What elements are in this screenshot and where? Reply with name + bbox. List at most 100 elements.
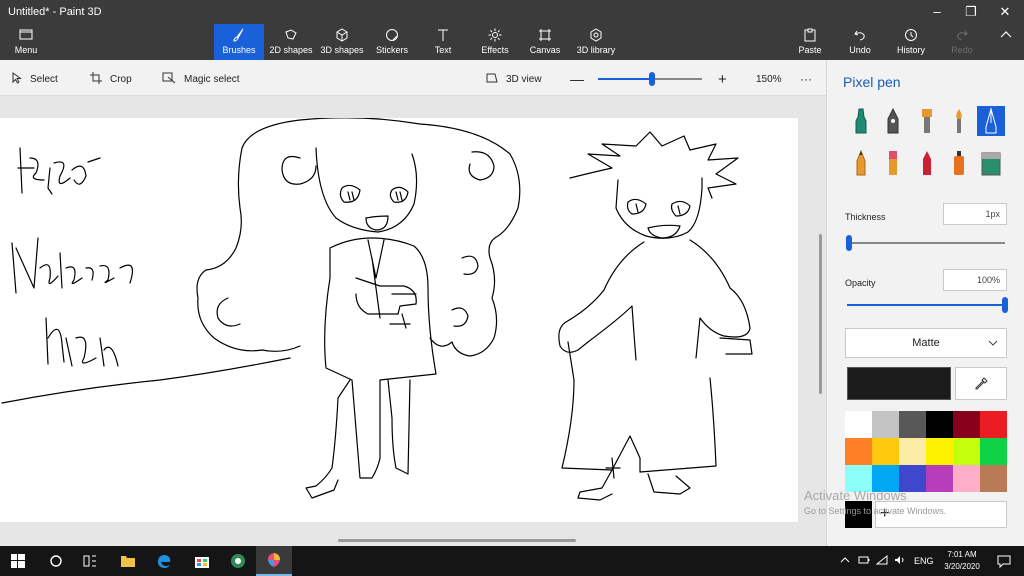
spray-can-brush[interactable] [945, 148, 973, 178]
color-swatch[interactable] [926, 411, 953, 438]
color-swatch[interactable] [926, 438, 953, 465]
tab-stickers[interactable]: Stickers [368, 24, 416, 60]
history-button[interactable]: History [887, 24, 935, 60]
collapse-ribbon-button[interactable] [992, 24, 1020, 60]
opacity-slider-thumb[interactable] [1002, 297, 1008, 313]
minimize-button[interactable]: – [920, 0, 954, 24]
3d-view-button[interactable]: 3D view [486, 70, 542, 88]
color-swatch[interactable] [872, 465, 899, 492]
add-color-button[interactable]: + [875, 501, 1007, 528]
color-swatch[interactable] [953, 438, 980, 465]
horizontal-scrollbar[interactable] [338, 539, 576, 542]
start-button[interactable] [0, 546, 36, 576]
select-label: Select [30, 73, 58, 85]
color-swatch[interactable] [980, 465, 1007, 492]
tab-brushes[interactable]: Brushes [214, 24, 264, 60]
color-swatch[interactable] [980, 438, 1007, 465]
paint3d-taskbar-button[interactable] [256, 546, 292, 576]
magic-select-icon [162, 72, 176, 87]
search-circle-icon [50, 555, 62, 567]
pencil-icon [856, 149, 866, 176]
eraser-brush[interactable] [879, 148, 907, 178]
color-swatch[interactable] [899, 465, 926, 492]
chevron-up-icon[interactable] [840, 555, 850, 567]
clock-date: 3/20/2020 [944, 562, 980, 571]
redo-label: Redo [951, 45, 973, 55]
thickness-slider-thumb[interactable] [845, 235, 852, 251]
tab-label: Stickers [375, 45, 408, 55]
snip-app-button[interactable] [220, 546, 256, 576]
sun-icon [470, 28, 520, 44]
pencil-brush[interactable] [847, 148, 875, 178]
tab-canvas[interactable]: Canvas [521, 24, 569, 60]
color-swatch[interactable] [845, 438, 872, 465]
opacity-input[interactable]: 100% [943, 269, 1007, 291]
volume-icon[interactable] [894, 555, 906, 567]
crop-button[interactable]: Crop [90, 70, 132, 88]
crayon-brush[interactable] [913, 148, 941, 178]
file-explorer-button[interactable] [110, 546, 146, 576]
color-swatch[interactable] [845, 411, 872, 438]
tab-3d-shapes[interactable]: 3D shapes [317, 24, 367, 60]
oil-brush[interactable] [913, 106, 941, 136]
store-button[interactable] [184, 546, 220, 576]
tool-options-bar: Select Crop Magic select 3D view — + 150… [0, 60, 826, 96]
custom-color-swatch[interactable] [845, 501, 872, 528]
color-swatch[interactable] [872, 411, 899, 438]
thickness-slider[interactable] [845, 235, 1005, 251]
watercolor-brush[interactable] [945, 106, 973, 136]
undo-button[interactable]: Undo [836, 24, 884, 60]
redo-button[interactable]: Redo [938, 24, 986, 60]
color-swatch[interactable] [899, 411, 926, 438]
zoom-out-button[interactable]: — [570, 70, 584, 88]
zoom-slider[interactable] [598, 72, 702, 86]
magic-select-button[interactable]: Magic select [162, 70, 240, 88]
pixel-pen-icon [985, 107, 997, 134]
paste-button[interactable]: Paste [786, 24, 834, 60]
color-swatch[interactable] [953, 465, 980, 492]
more-options-button[interactable]: ··· [800, 70, 812, 88]
menu-button[interactable]: Menu [0, 24, 52, 60]
tab-effects[interactable]: Effects [470, 24, 520, 60]
color-swatch[interactable] [899, 438, 926, 465]
battery-icon[interactable] [858, 555, 870, 567]
marker-brush[interactable] [847, 106, 875, 136]
thickness-input[interactable]: 1px [943, 203, 1007, 225]
action-center-button[interactable] [986, 546, 1022, 576]
network-icon[interactable] [875, 554, 888, 567]
windows-logo-icon [11, 554, 25, 568]
opacity-slider[interactable] [847, 297, 1008, 313]
task-view-button[interactable] [72, 546, 108, 576]
select-button[interactable]: Select [12, 70, 58, 88]
color-swatch[interactable] [953, 411, 980, 438]
3d-view-label: 3D view [506, 73, 542, 85]
pixel-pen-brush[interactable] [977, 106, 1005, 136]
edge-browser-button[interactable] [146, 546, 182, 576]
fill-brush[interactable] [977, 148, 1005, 178]
fill-bucket-icon [981, 152, 1001, 176]
system-clock[interactable]: 7:01 AM 3/20/2020 [940, 549, 984, 573]
color-swatch[interactable] [872, 438, 899, 465]
tab-label: Text [434, 45, 452, 55]
finish-dropdown[interactable]: Matte [845, 328, 1007, 358]
color-swatch[interactable] [845, 465, 872, 492]
calligraphy-pen-brush[interactable] [879, 106, 907, 136]
watercolor-icon [956, 109, 962, 133]
eyedropper-button[interactable] [955, 367, 1007, 400]
canvas-icon [521, 28, 569, 44]
tab-3d-library[interactable]: 3D library [572, 24, 620, 60]
tab-2d-shapes[interactable]: 2D shapes [266, 24, 316, 60]
search-button[interactable] [38, 546, 74, 576]
maximize-button[interactable]: ❐ [954, 0, 988, 24]
zoom-slider-thumb[interactable] [649, 72, 656, 86]
close-button[interactable]: ✕ [988, 0, 1022, 24]
color-swatch[interactable] [926, 465, 953, 492]
current-color-swatch[interactable] [847, 367, 951, 400]
color-swatch[interactable] [980, 411, 1007, 438]
tab-text[interactable]: Text [420, 24, 466, 60]
tab-label: 3D shapes [320, 45, 364, 55]
zoom-in-button[interactable]: + [718, 70, 727, 88]
vertical-scrollbar[interactable] [819, 234, 822, 394]
drawing-canvas[interactable] [0, 118, 798, 522]
language-indicator[interactable]: ENG [914, 556, 934, 566]
